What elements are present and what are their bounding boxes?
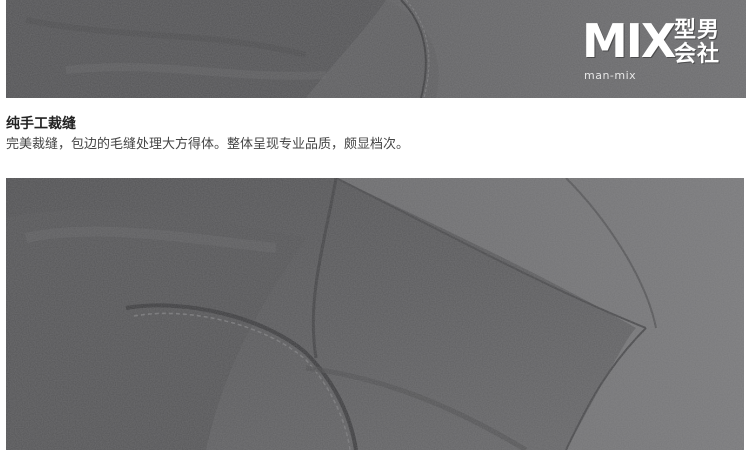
brand-name-line2: 会社 <box>674 42 721 67</box>
fabric-closeup-photo-top: MIX 型男 会社 man-mix <box>6 0 746 98</box>
brand-subtitle: man-mix <box>584 69 637 82</box>
section-title: 纯手工裁缝 <box>6 116 76 132</box>
fabric-texture-bottom <box>6 178 744 450</box>
brand-logo-mark: MIX <box>582 14 676 68</box>
product-detail-page: MIX 型男 会社 man-mix 纯手工裁缝 完美裁缝，包边的毛缝处理大方得体… <box>0 0 750 450</box>
section-description: 完美裁缝，包边的毛缝处理大方得体。整体呈现专业品质，颇显档次。 <box>6 137 410 152</box>
fabric-closeup-photo-bottom <box>6 178 744 450</box>
section-caption: 纯手工裁缝 完美裁缝，包边的毛缝处理大方得体。整体呈现专业品质，颇显档次。 <box>6 115 746 154</box>
brand-logo: MIX 型男 会社 man-mix <box>582 18 732 90</box>
brand-name-line1: 型男 <box>674 18 721 43</box>
